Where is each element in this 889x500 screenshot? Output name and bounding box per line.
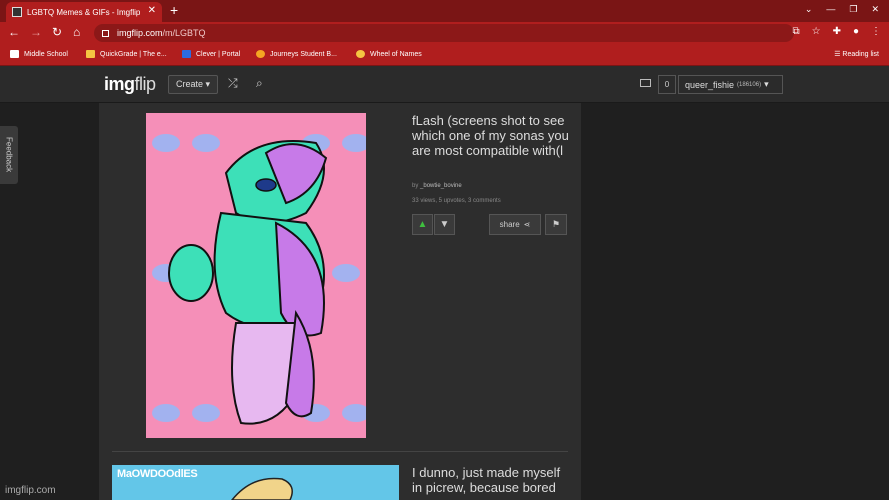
bookmark-star-icon[interactable]: ☆ bbox=[812, 26, 821, 37]
logo-part-a: img bbox=[104, 74, 135, 94]
share-icon: ⋖ bbox=[523, 220, 531, 229]
browser-tab-strip: LGBTQ Memes & GIFs - Imgflip ✕ + ⌄ — ❐ ✕ bbox=[0, 0, 889, 22]
user-points: (186106) bbox=[737, 81, 762, 88]
close-window-icon[interactable]: ✕ bbox=[871, 4, 879, 15]
quickgrade-icon bbox=[86, 50, 95, 58]
install-app-icon[interactable]: ⧉ bbox=[792, 26, 799, 37]
reading-list-label: Reading list bbox=[842, 51, 879, 58]
chevron-down-icon: ▾ bbox=[764, 79, 769, 89]
post-author-link[interactable]: _bowtie_bovine bbox=[420, 183, 462, 189]
logo-part-b: flip bbox=[134, 74, 157, 94]
new-tab-icon[interactable]: + bbox=[170, 2, 178, 18]
post-image[interactable]: MaOWDOOdlES bbox=[112, 465, 399, 500]
share-label: share bbox=[499, 220, 520, 229]
bookmark-label: Middle School bbox=[24, 50, 68, 58]
menu-kebab-icon[interactable]: ⋮ bbox=[871, 26, 881, 37]
clever-icon bbox=[182, 50, 191, 58]
imgflip-watermark: imgflip.com bbox=[5, 485, 56, 496]
bookmark-label: QuickGrade | The e... bbox=[100, 50, 167, 58]
downvote-button[interactable]: ▼ bbox=[434, 214, 455, 235]
bookmark-journeys[interactable]: Journeys Student B... bbox=[256, 50, 337, 58]
wheel-icon bbox=[356, 50, 365, 58]
arrow-up-icon: ▲ bbox=[417, 219, 428, 230]
imgflip-logo[interactable]: imgflip bbox=[104, 74, 156, 95]
imgflip-favicon-icon bbox=[12, 7, 22, 17]
folder-icon bbox=[10, 50, 19, 58]
share-button[interactable]: share ⋖ bbox=[489, 214, 541, 235]
bookmark-label: Journeys Student B... bbox=[270, 50, 337, 58]
sona-artwork bbox=[152, 134, 366, 425]
search-icon[interactable]: ⌕ bbox=[256, 76, 263, 91]
back-icon[interactable]: ← bbox=[8, 25, 20, 39]
tab-title: LGBTQ Memes & GIFs - Imgflip bbox=[27, 7, 141, 17]
browser-tab[interactable]: LGBTQ Memes & GIFs - Imgflip ✕ bbox=[6, 2, 162, 22]
bookmark-label: Clever | Portal bbox=[196, 50, 241, 58]
user-menu-button[interactable]: queer_fishie (186106) ▾ bbox=[678, 75, 783, 94]
site-info-icon[interactable] bbox=[102, 29, 109, 37]
minimize-icon[interactable]: — bbox=[826, 4, 835, 15]
post-byline: by _bowtie_bovine bbox=[412, 183, 462, 189]
feedback-tab[interactable]: Feedback bbox=[0, 126, 18, 184]
window-controls: ⌄ — ❐ ✕ bbox=[805, 4, 879, 15]
maximize-icon[interactable]: ❐ bbox=[849, 4, 857, 15]
arrow-down-icon: ▼ bbox=[439, 219, 450, 230]
url-host: imgflip.com bbox=[117, 28, 163, 38]
by-prefix: by bbox=[412, 183, 421, 189]
mail-icon[interactable] bbox=[640, 79, 651, 87]
forward-icon[interactable]: → bbox=[30, 25, 42, 39]
browser-toolbar: ← → ↻ ⌂ imgflip.com/m/LGBTQ ⧉ ☆ ✚ ● ⋮ bbox=[0, 22, 889, 44]
url-path: /m/LGBTQ bbox=[162, 28, 206, 38]
extensions-icon[interactable]: ✚ bbox=[833, 26, 841, 37]
create-button[interactable]: Create ▾ bbox=[168, 75, 218, 94]
toolbar-actions: ⧉ ☆ ✚ ● ⋮ bbox=[792, 26, 881, 37]
address-bar[interactable]: imgflip.com/m/LGBTQ bbox=[94, 24, 794, 42]
picrew-artwork bbox=[231, 477, 293, 500]
journeys-icon bbox=[256, 50, 265, 58]
bookmarks-bar: Middle School QuickGrade | The e... Clev… bbox=[0, 44, 889, 66]
post-title[interactable]: fLash (screens shot to see which one of … bbox=[412, 113, 572, 158]
shuffle-icon[interactable]: ⤮ bbox=[228, 76, 238, 91]
bookmark-clever[interactable]: Clever | Portal bbox=[182, 50, 240, 58]
bookmark-middle-school[interactable]: Middle School bbox=[10, 50, 68, 58]
post-image[interactable] bbox=[146, 113, 366, 438]
username: queer_fishie bbox=[685, 79, 735, 90]
upvote-button[interactable]: ▲ bbox=[412, 214, 433, 235]
bookmark-quickgrade[interactable]: QuickGrade | The e... bbox=[86, 50, 167, 58]
flag-button[interactable]: ⚑ bbox=[545, 214, 567, 235]
tab-search-icon[interactable]: ⌄ bbox=[805, 4, 813, 15]
imgflip-header: imgflip Create ▾ ⤮ ⌕ 0 queer_fishie (186… bbox=[0, 66, 889, 103]
home-icon[interactable]: ⌂ bbox=[73, 25, 80, 39]
post-divider bbox=[112, 451, 568, 452]
reload-icon[interactable]: ↻ bbox=[52, 25, 62, 39]
close-tab-icon[interactable]: ✕ bbox=[148, 5, 156, 16]
notification-count[interactable]: 0 bbox=[658, 75, 676, 94]
post-title[interactable]: I dunno, just made myself in picrew, bec… bbox=[412, 465, 572, 495]
profile-avatar-icon[interactable]: ● bbox=[853, 26, 859, 37]
flag-icon: ⚑ bbox=[551, 219, 561, 229]
bookmark-wheel-of-names[interactable]: Wheel of Names bbox=[356, 50, 422, 58]
post-stats: 33 views, 5 upvotes, 3 comments bbox=[412, 198, 501, 204]
bookmark-label: Wheel of Names bbox=[370, 50, 422, 58]
reading-list-button[interactable]: ☰ Reading list bbox=[834, 50, 879, 58]
